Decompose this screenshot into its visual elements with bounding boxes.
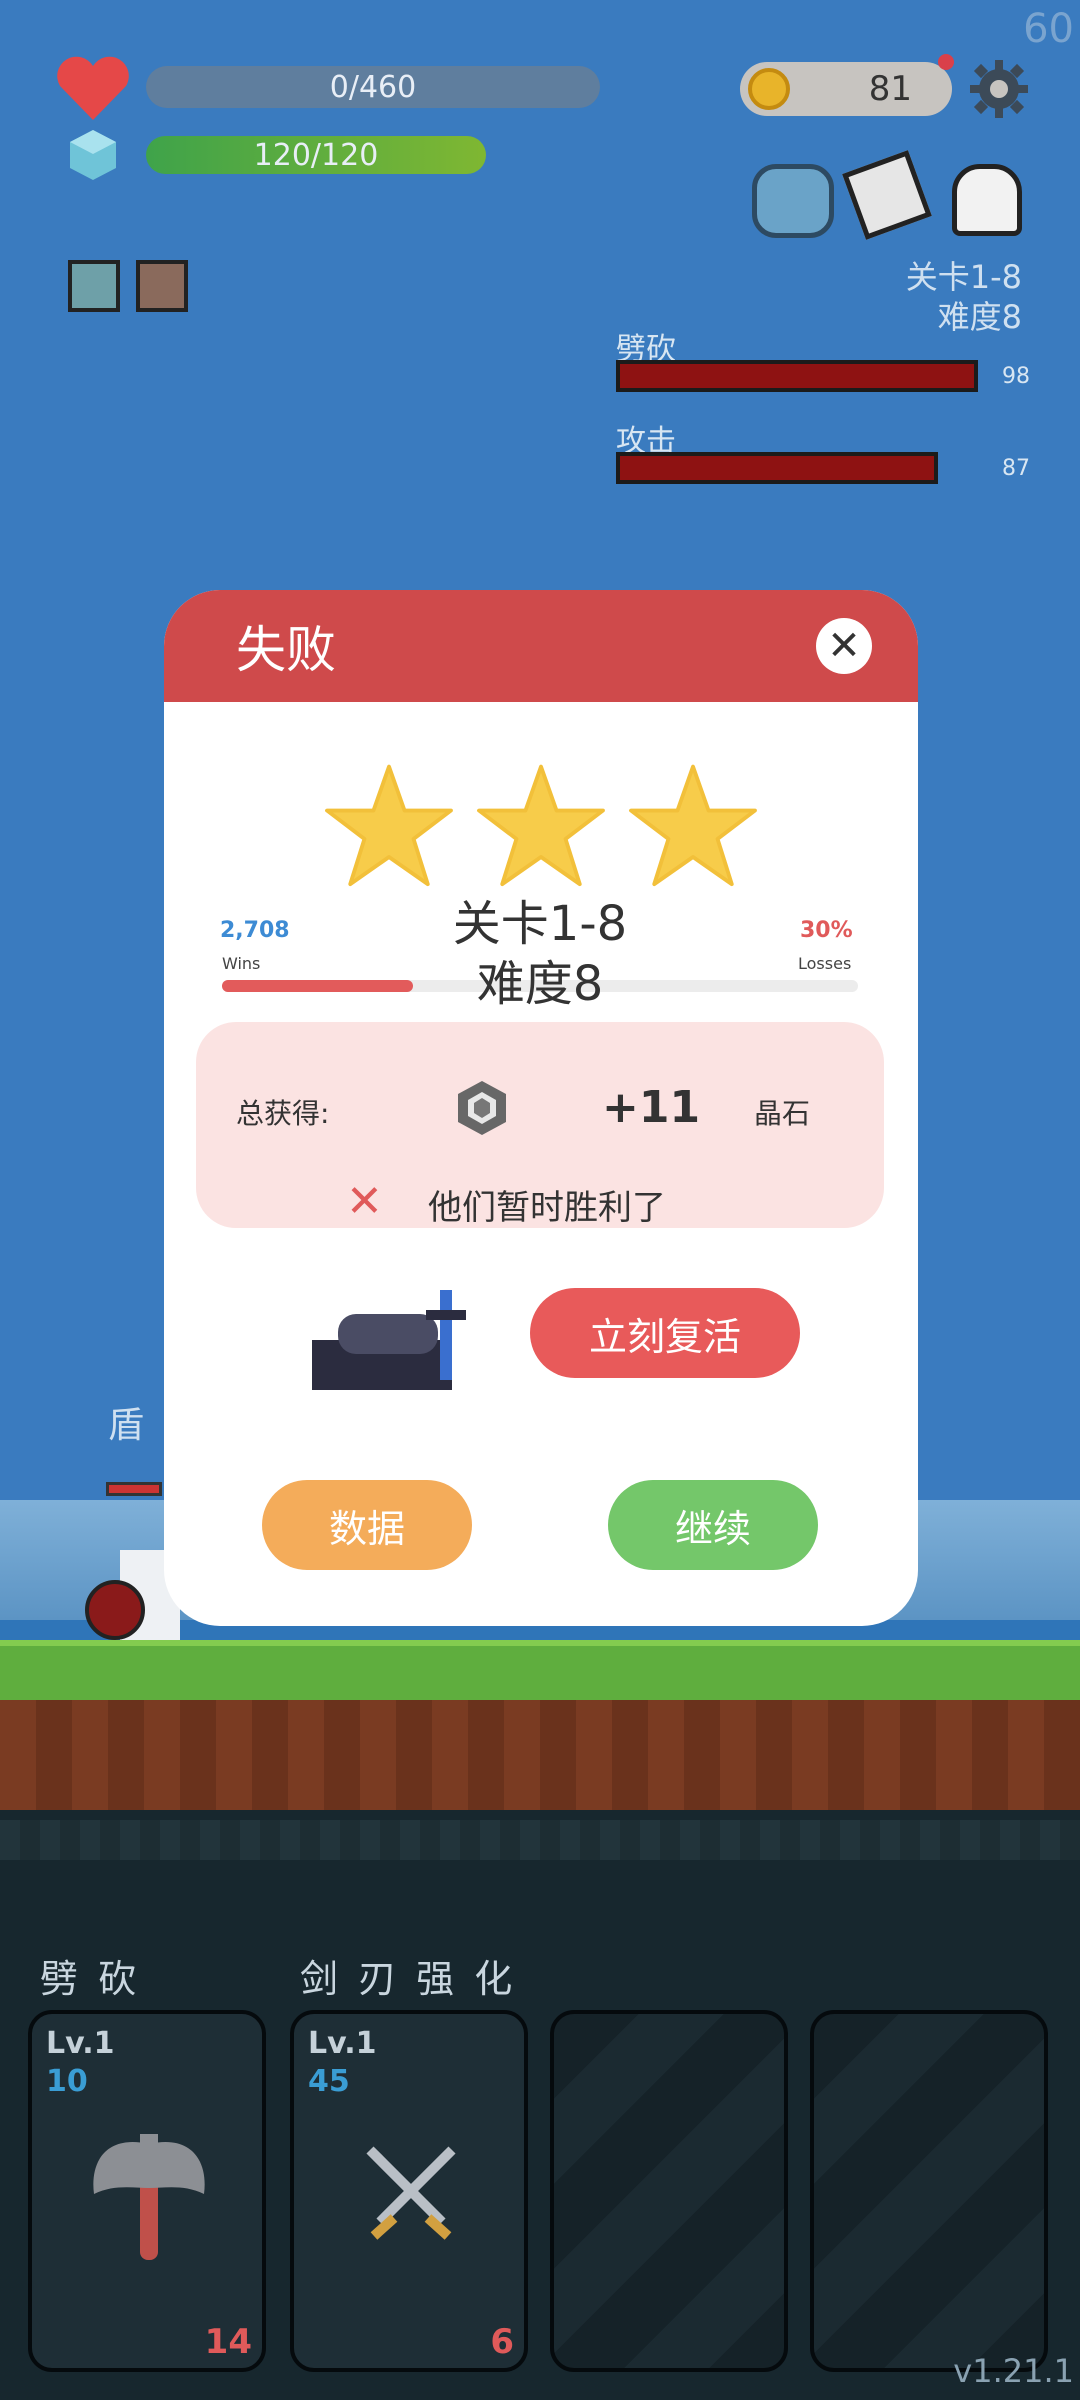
slot-title: 剑 刃 强 化 [300,1957,517,2001]
slot-level-number: 45 [308,2064,350,2099]
reward-name: 晶石 [754,1097,811,1130]
slot-cost: 6 [490,2322,514,2362]
empty-skill-slot[interactable] [810,2010,1048,2372]
slot-title: 劈 砍 [40,1957,141,2001]
fail-message: 他们暂时胜利了 [428,1188,666,1228]
crossed-swords-icon [366,2146,456,2240]
close-icon[interactable]: ✕ [816,618,872,674]
dialog-title: 失败 [236,621,336,679]
fail-x-icon: ✕ [346,1176,383,1227]
star-icon [629,764,757,887]
stats-button[interactable]: 数据 [262,1480,472,1570]
reward-label: 总获得: [236,1097,330,1130]
fallen-hero-helmet-icon [312,1290,466,1390]
skill-slot[interactable]: Lv.1 45 6 [290,2010,528,2372]
axe-icon [93,2134,205,2260]
reward-amount: +11 [602,1082,701,1133]
continue-button[interactable]: 继续 [608,1480,818,1570]
slot-level: Lv.1 [46,2026,115,2061]
dialog-difficulty: 难度8 [476,956,604,1012]
star-icon [477,764,605,887]
slot-level: Lv.1 [308,2026,377,2061]
version-label: v1.21.1 [953,2352,1074,2390]
slot-level-number: 10 [46,2064,88,2099]
slot-cost: 14 [204,2322,252,2362]
star-icon [325,764,453,887]
revive-button[interactable]: 立刻复活 [530,1288,800,1378]
skill-slot[interactable]: Lv.1 10 14 [28,2010,266,2372]
gem-icon [458,1081,506,1135]
empty-skill-slot[interactable] [550,2010,788,2372]
